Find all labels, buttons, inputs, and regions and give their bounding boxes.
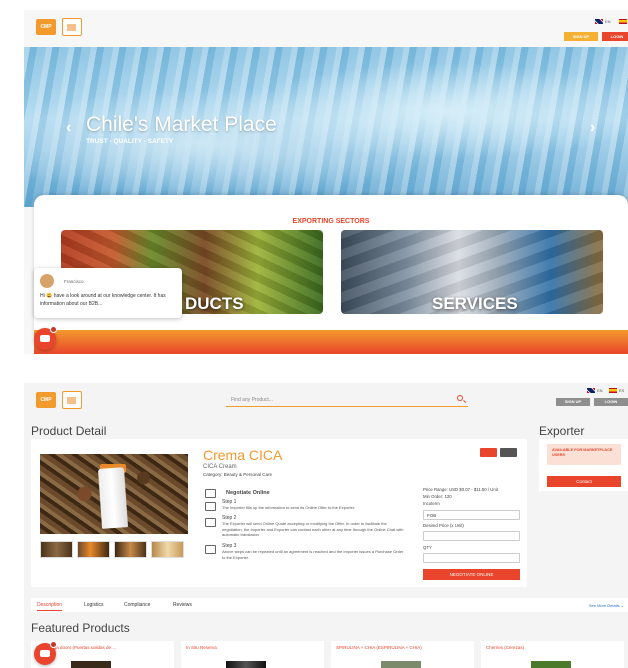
sectors-title: EXPORTING SECTORS: [292, 218, 370, 225]
chat-launcher-icon[interactable]: [34, 326, 57, 350]
min-order: Min Order: 120: [423, 494, 452, 499]
product-thumbnail[interactable]: [77, 541, 110, 558]
exchange-icon: [205, 518, 216, 527]
edit-icon: [205, 502, 216, 511]
featured-product-name: In Situ Reserva: [186, 645, 217, 650]
incoterm-select[interactable]: FOB: [423, 510, 520, 520]
footer-band: [34, 330, 628, 354]
exporter-title: Exporter: [539, 424, 585, 438]
step1-text: The Importer fills up the information to…: [222, 505, 356, 510]
lang-en[interactable]: EN: [597, 388, 603, 393]
desired-price-label: Desired Price (x Unit): [423, 523, 464, 528]
login-button[interactable]: LOGIN: [602, 32, 628, 41]
lang-en[interactable]: EN: [605, 19, 611, 24]
contact-button[interactable]: Contact: [547, 476, 621, 487]
featured-product-image: [381, 661, 421, 668]
product-thumbnail[interactable]: [151, 541, 184, 558]
featured-product-image: [71, 661, 111, 668]
featured-product-card[interactable]: SPIRULINA + CHIA (ESPIRULINA + CHIA): [331, 641, 474, 668]
gift-icon[interactable]: [480, 448, 497, 457]
search-input[interactable]: Find any Product...: [226, 392, 468, 407]
featured-product-image: [226, 661, 266, 668]
cmp-logo[interactable]: CMP: [36, 392, 56, 408]
incoterm-label: Incoterm: [423, 501, 440, 506]
share-icon[interactable]: [500, 448, 517, 457]
services-label: SERVICES: [432, 294, 518, 313]
signup-button[interactable]: SIGN UP: [556, 398, 590, 406]
login-button[interactable]: LOGIN: [594, 398, 628, 406]
chat-launcher-icon[interactable]: [34, 641, 57, 665]
product-thumbnail[interactable]: [40, 541, 73, 558]
qty-input[interactable]: [423, 553, 520, 563]
step2-text: The Exporter will send Online Quote acce…: [222, 521, 404, 537]
signup-button[interactable]: SIGN UP: [564, 32, 598, 41]
uk-flag-icon[interactable]: [587, 388, 595, 393]
price-range: Price Range: USD $0.07 - $11.50 / Unit: [423, 487, 498, 492]
marketplace-home: CMP EN SIGN UP LOGIN ‹ › Chile's Market …: [24, 10, 628, 354]
featured-product-card[interactable]: Cherries (Cerezas): [481, 641, 624, 668]
handshake-icon: [205, 489, 216, 498]
product-category: Category: Beauty & Personal Care: [203, 472, 273, 477]
hero-subtitle: TRUST - QUALITY - SAFETY: [86, 138, 174, 145]
product-name: Crema CICA: [203, 447, 283, 463]
product-card: Crema CICA CICA Cream Category: Beauty &…: [31, 439, 527, 587]
tab-description[interactable]: Description: [37, 602, 63, 611]
product-thumbnail[interactable]: [114, 541, 147, 558]
lang-es[interactable]: ES: [619, 388, 624, 393]
hero-title: Chile's Market Place: [86, 113, 277, 136]
services-sector-card[interactable]: SERVICES: [341, 230, 603, 314]
negotiate-title: Negotiate Online: [226, 490, 270, 496]
chat-popup[interactable]: Francisco Hi 😀 have a look around at our…: [34, 268, 182, 318]
featured-product-name: SPIRULINA + CHIA (ESPIRULINA + CHIA): [336, 645, 422, 650]
cmp-logo[interactable]: CMP: [36, 19, 56, 35]
tab-reviews[interactable]: Reviews: [173, 602, 192, 608]
products-label: DUCTS: [185, 294, 244, 313]
qty-label: QTY: [423, 545, 432, 550]
product-main-image[interactable]: [40, 454, 188, 534]
featured-product-image: [531, 661, 571, 668]
negotiate-online-button[interactable]: NEGOTIATE ONLINE: [423, 569, 520, 580]
next-slide-arrow[interactable]: ›: [590, 119, 595, 137]
desired-price-input[interactable]: [423, 531, 520, 541]
product-detail-title: Product Detail: [31, 424, 107, 438]
knowledge-center-icon[interactable]: [62, 18, 82, 36]
tab-compliance[interactable]: Compliance: [124, 602, 150, 608]
detail-tabs: Description Logistics Compliance Reviews…: [31, 598, 628, 612]
agent-name: Francisco: [64, 279, 84, 284]
spain-flag-icon[interactable]: [619, 19, 627, 24]
featured-products-title: Featured Products: [31, 621, 130, 635]
uk-flag-icon[interactable]: [595, 19, 603, 24]
document-icon: [205, 545, 216, 554]
product-subtitle: CICA Cream: [203, 464, 237, 470]
product-detail-page: CMP Find any Product... EN ES SIGN UP LO…: [24, 383, 628, 668]
availability-badge: AVAILABLE FOR MARKETPLACE USERS: [547, 444, 621, 465]
tab-logistics[interactable]: Logistics: [84, 602, 103, 608]
featured-product-card[interactable]: In Situ Reserva: [181, 641, 324, 668]
knowledge-center-icon[interactable]: [62, 391, 82, 409]
see-more-details-link[interactable]: See More Details ⌄: [589, 603, 624, 608]
agent-avatar: [40, 274, 54, 288]
prev-slide-arrow[interactable]: ‹: [66, 119, 71, 137]
exporter-card: AVAILABLE FOR MARKETPLACE USERS Contact: [539, 439, 628, 491]
featured-product-name: Cherries (Cerezas): [486, 645, 525, 650]
chat-message: Hi 😀 have a look around at our knowledge…: [40, 293, 166, 307]
spain-flag-icon[interactable]: [609, 388, 617, 393]
step3-text: Above steps can be repeated until an agr…: [222, 549, 404, 560]
search-icon[interactable]: [457, 395, 463, 401]
